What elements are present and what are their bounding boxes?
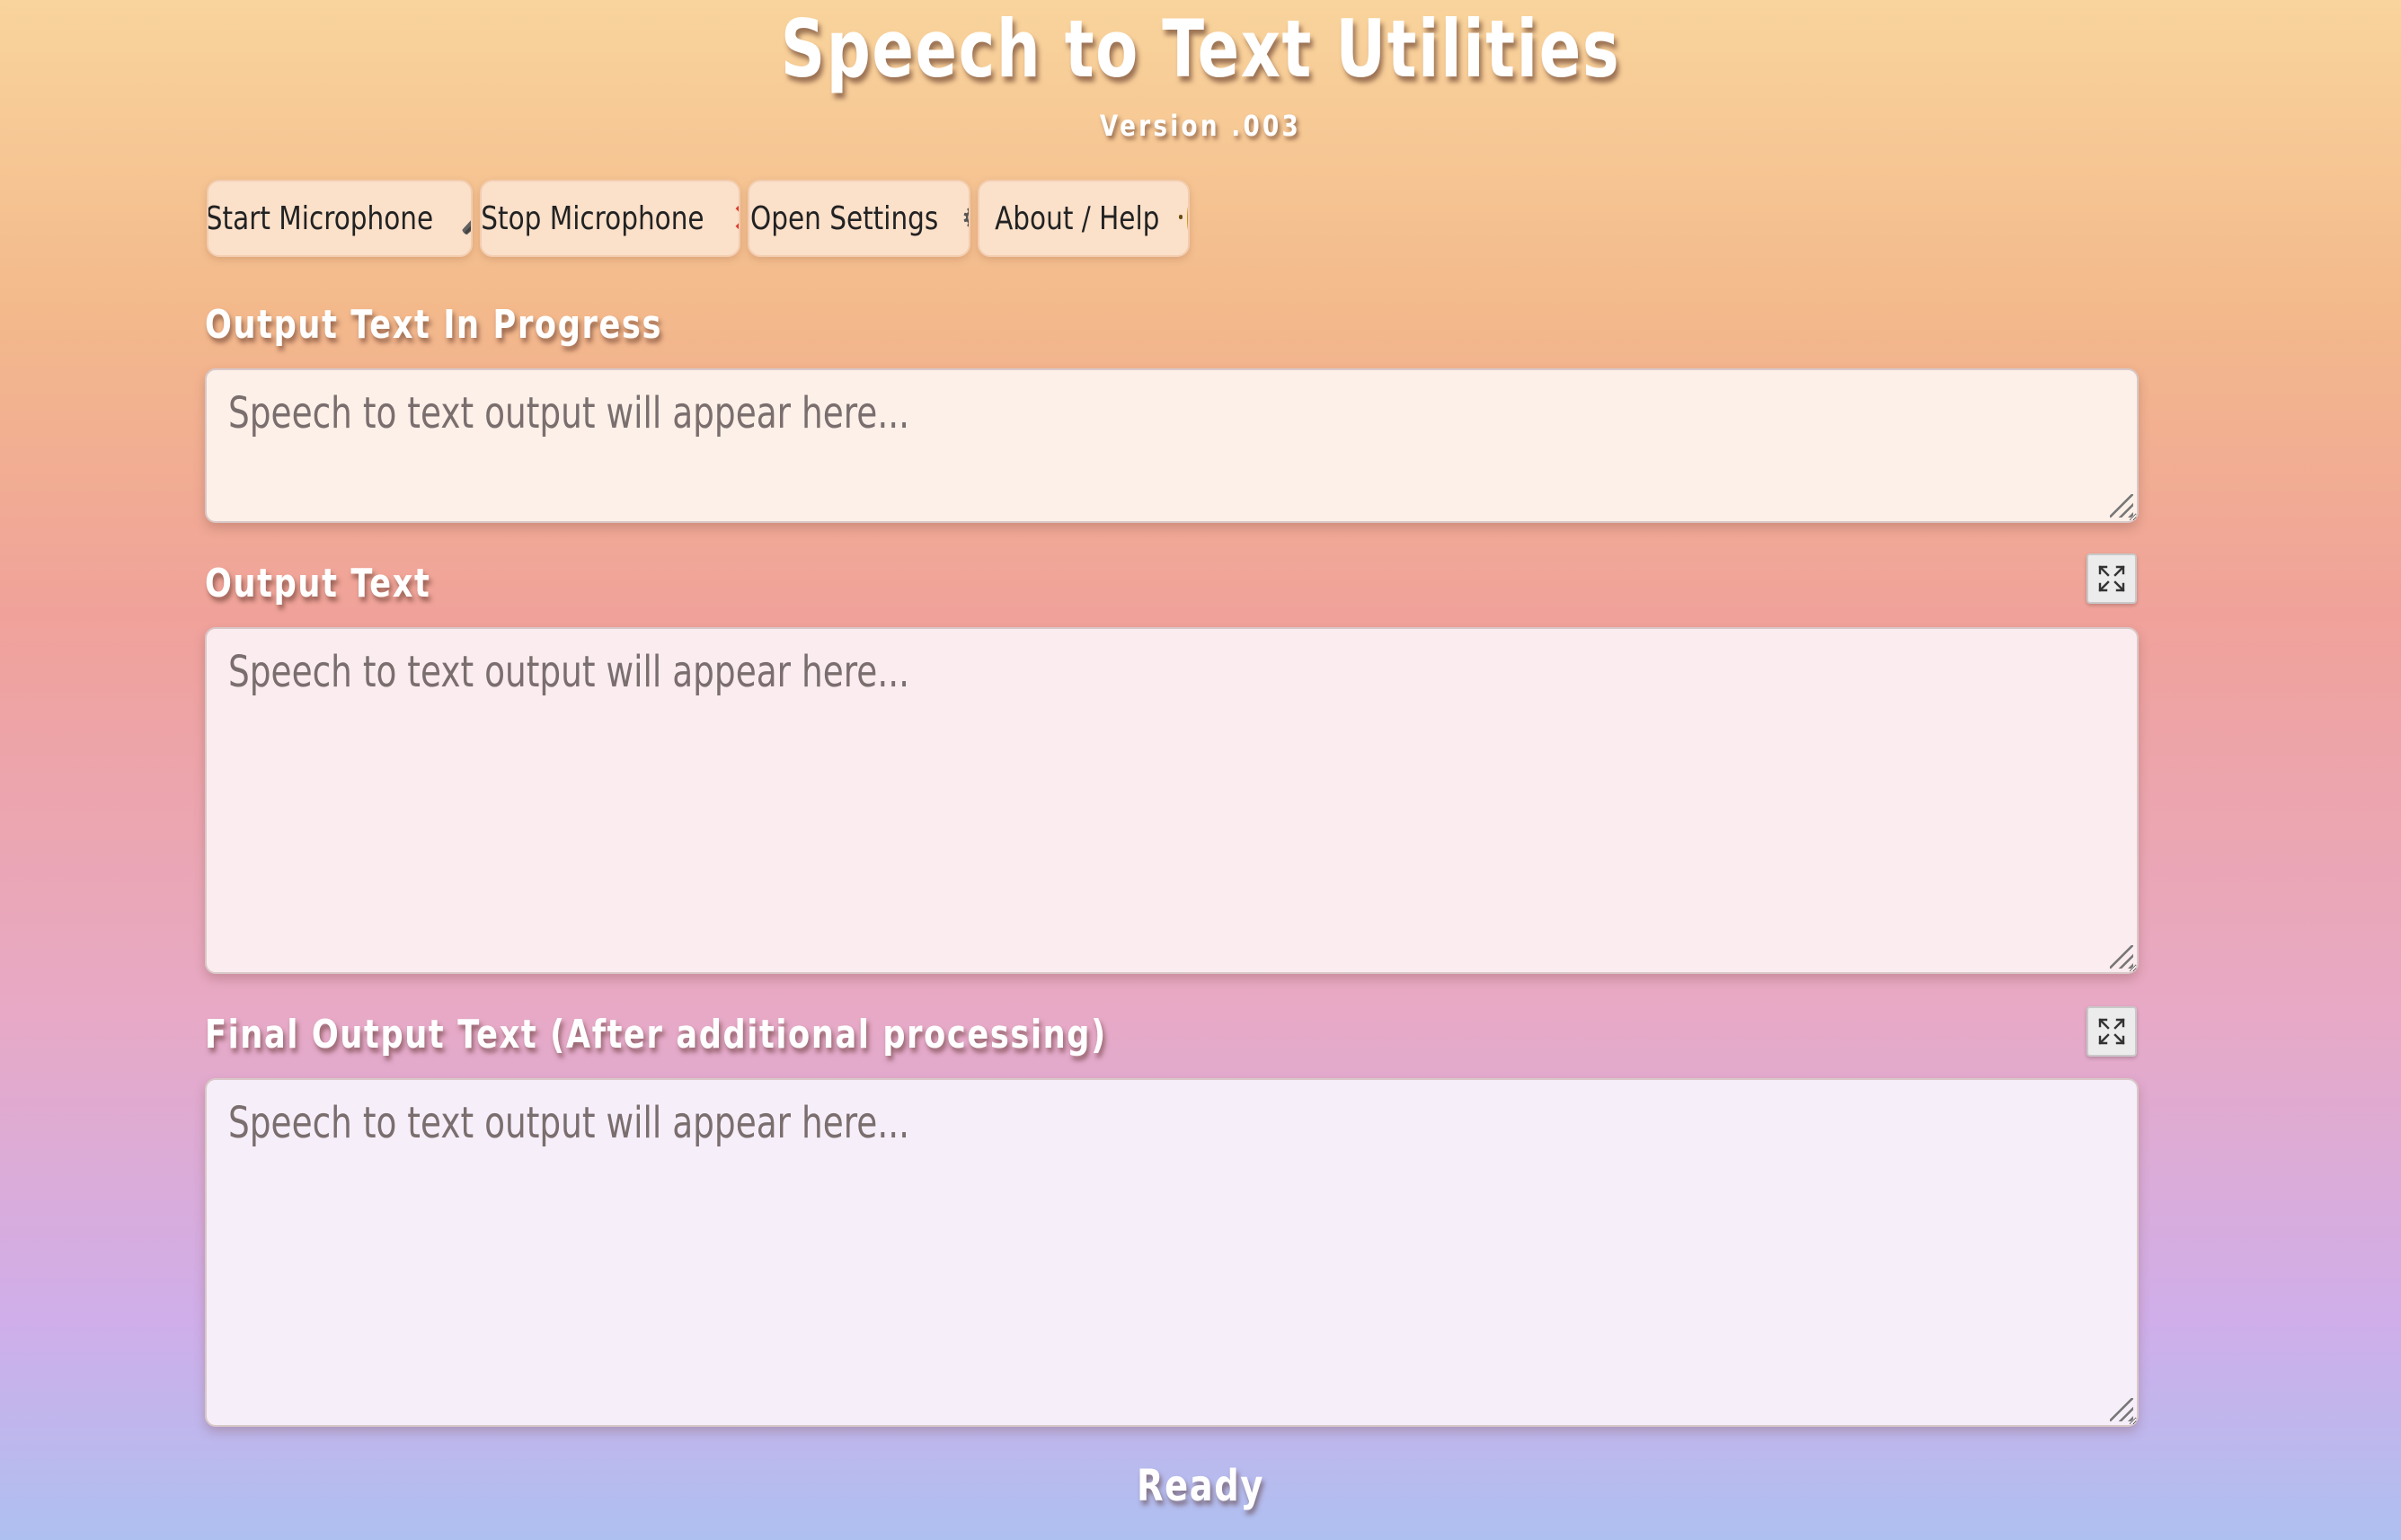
final-output-label: Final Output Text (After additional proc… — [205, 1012, 1107, 1058]
expand-icon — [2098, 565, 2125, 592]
app-page: Speech to Text Utilities Version .003 St… — [0, 0, 2401, 1540]
output-text-label: Output Text — [205, 561, 431, 606]
face-emoji-icon — [1178, 205, 1188, 232]
expand-icon — [2098, 1018, 2125, 1045]
output-in-progress-placeholder: Speech to text output will appear here..… — [228, 388, 910, 438]
about-help-button[interactable]: About / Help — [978, 180, 1190, 257]
cross-mark-icon: ✕ — [731, 196, 739, 242]
stop-microphone-label: Stop Microphone — [481, 199, 704, 237]
open-settings-label: Open Settings — [750, 199, 939, 237]
about-help-label: About / Help — [995, 199, 1160, 237]
toolbar: Start Microphone 🎤 Stop Microphone ✕ Ope… — [207, 180, 1190, 257]
expand-output-button[interactable] — [2086, 553, 2137, 604]
start-microphone-label: Start Microphone — [207, 199, 434, 237]
microphone-icon: 🎤 — [460, 200, 471, 236]
status-text: Ready — [1136, 1461, 1265, 1511]
output-text-placeholder: Speech to text output will appear here..… — [228, 647, 910, 697]
output-in-progress-label: Output Text In Progress — [205, 302, 663, 348]
start-microphone-button[interactable]: Start Microphone 🎤 — [207, 180, 473, 257]
stop-microphone-button[interactable]: Stop Microphone ✕ — [480, 180, 740, 257]
resize-grip-icon[interactable] — [2110, 1398, 2133, 1421]
final-output-textarea[interactable]: Speech to text output will appear here..… — [205, 1078, 2139, 1427]
gear-icon: ⚙ — [961, 200, 969, 236]
final-output-placeholder: Speech to text output will appear here..… — [228, 1098, 910, 1148]
page-title: Speech to Text Utilities — [780, 3, 1621, 95]
open-settings-button[interactable]: Open Settings ⚙ — [748, 180, 970, 257]
output-text-textarea[interactable]: Speech to text output will appear here..… — [205, 627, 2139, 974]
resize-grip-icon[interactable] — [2110, 945, 2133, 969]
resize-grip-icon[interactable] — [2110, 494, 2133, 518]
version-label: Version .003 — [1099, 109, 1302, 143]
output-in-progress-textarea[interactable]: Speech to text output will appear here..… — [205, 368, 2139, 523]
expand-final-output-button[interactable] — [2086, 1006, 2137, 1057]
